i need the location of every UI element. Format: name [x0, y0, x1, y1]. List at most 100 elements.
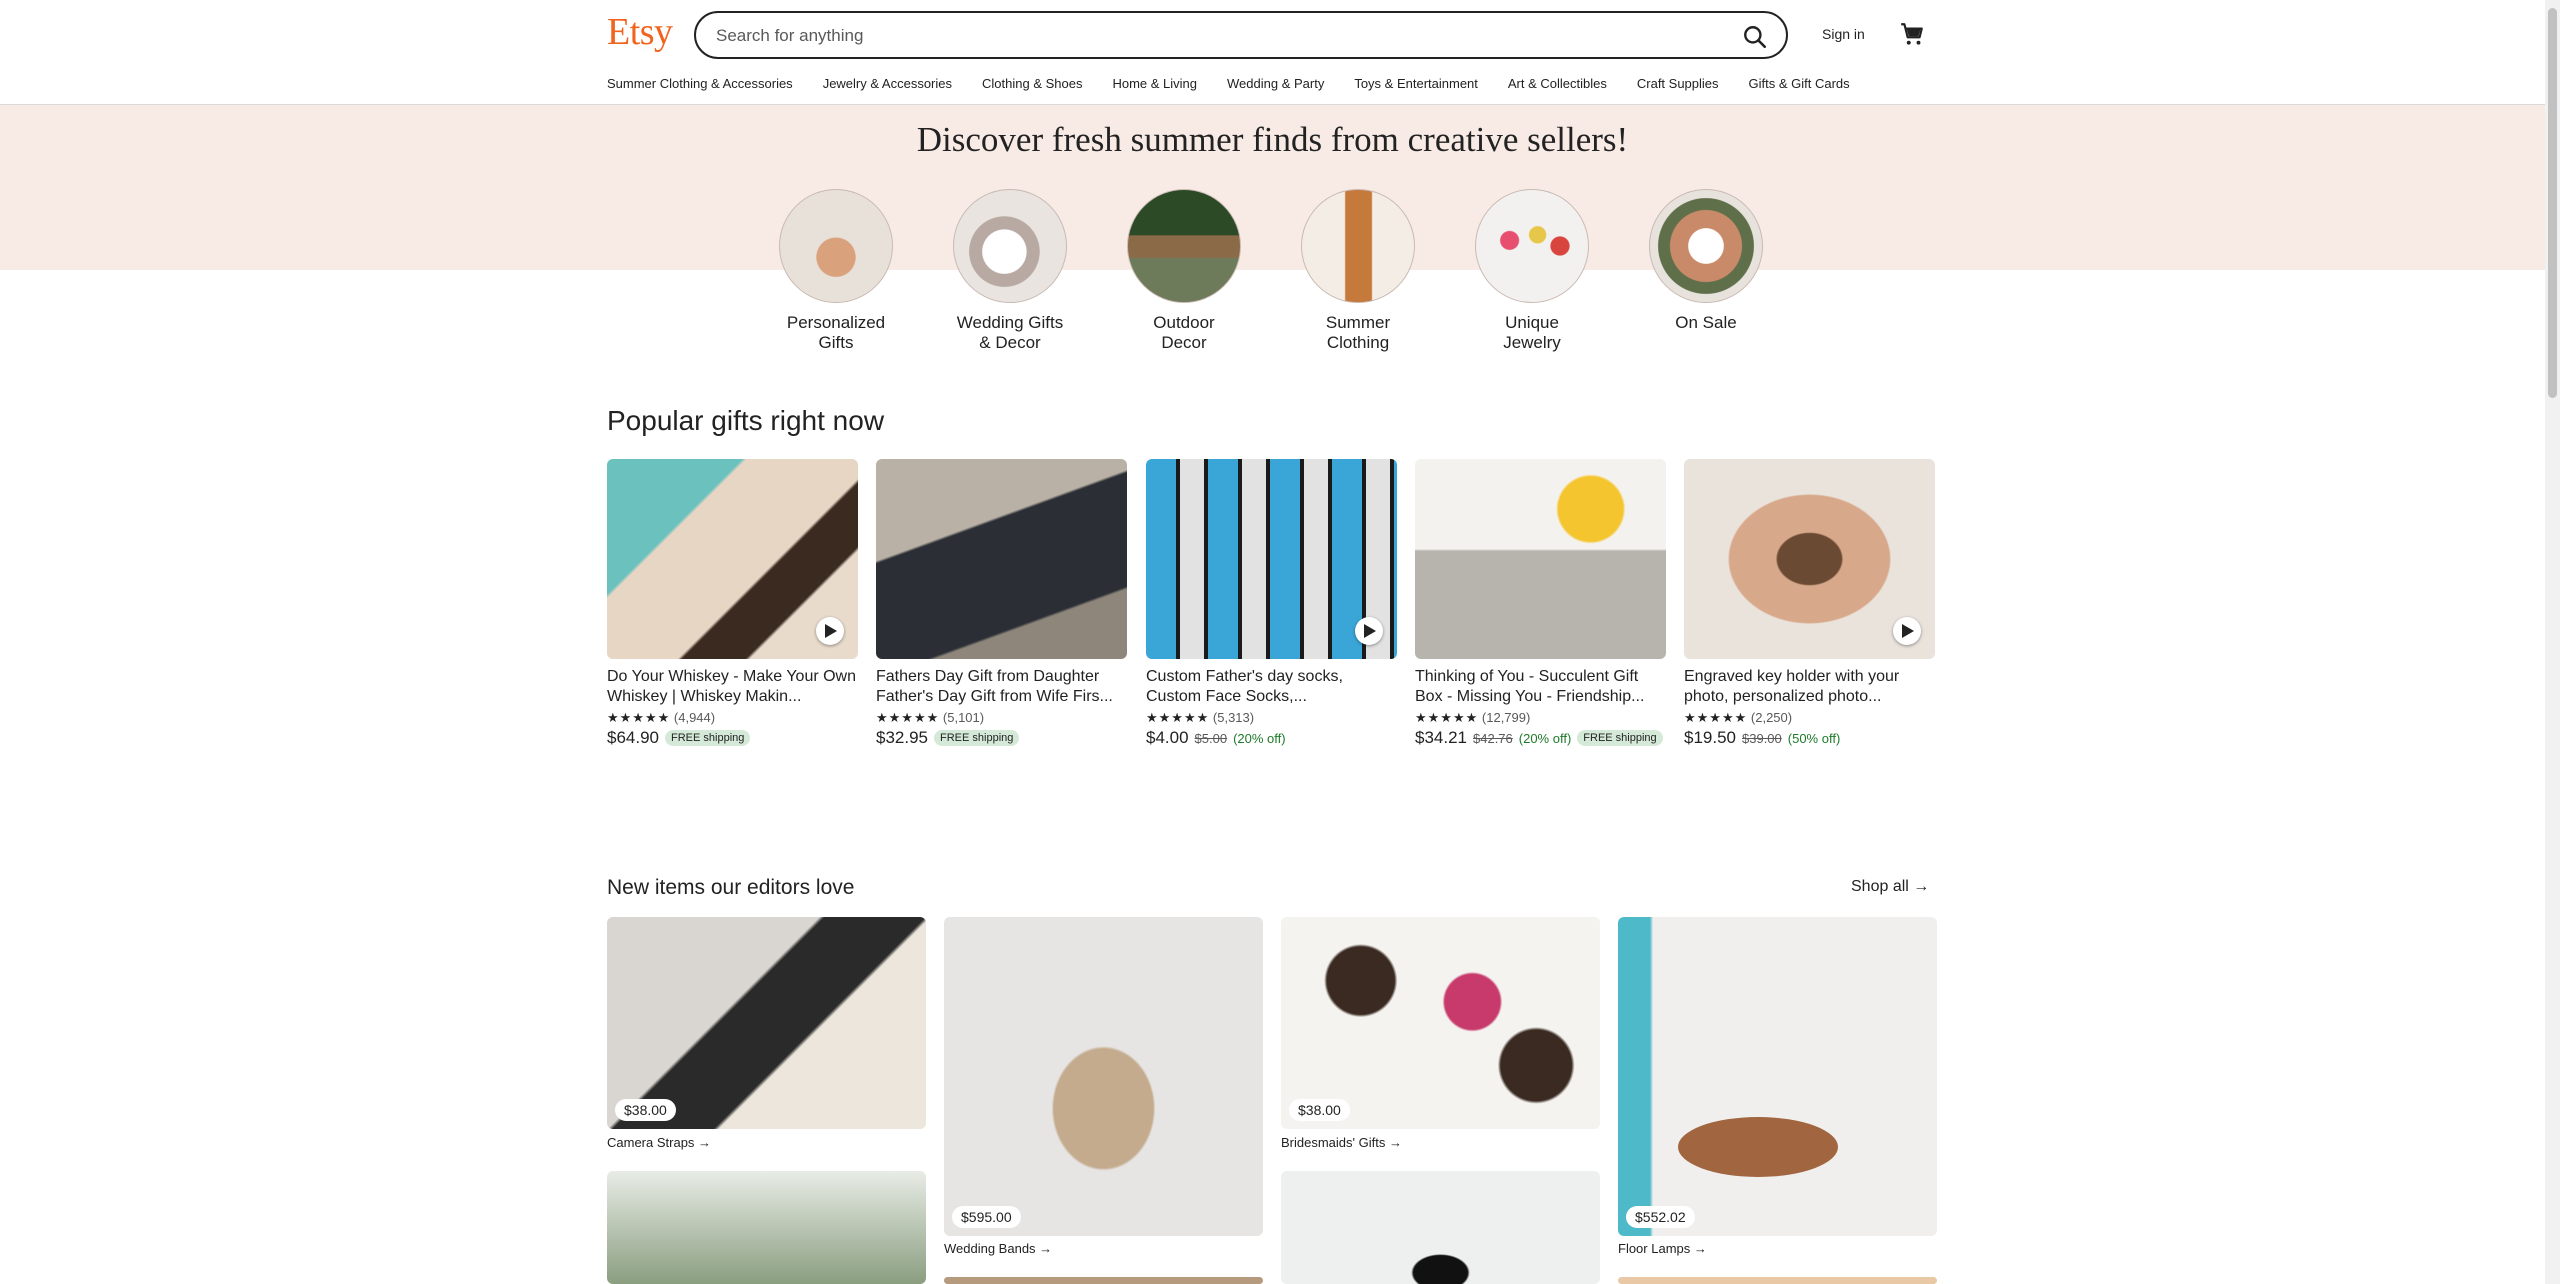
- category-label: Decor: [1161, 333, 1207, 352]
- category-image: [953, 189, 1067, 303]
- product-price: $64.90: [607, 728, 659, 747]
- editor-pick-caption[interactable]: Bridesmaids' Gifts →: [1281, 1135, 1402, 1150]
- search-icon[interactable]: [1742, 24, 1768, 50]
- arrow-right-icon: →: [1693, 1241, 1707, 1256]
- product-price: $34.21: [1415, 728, 1467, 747]
- editor-pick-image[interactable]: $552.02: [1618, 917, 1937, 1236]
- category-label: Personalized: [786, 313, 886, 332]
- shop-all-link[interactable]: Shop all →: [1851, 878, 1929, 896]
- free-shipping-badge: FREE shipping: [1577, 730, 1663, 746]
- editor-pick-caption[interactable]: Wedding Bands →: [944, 1241, 1052, 1256]
- category-image: [1475, 189, 1589, 303]
- star-rating: ★★★★★: [1146, 710, 1210, 725]
- original-price: $39.00: [1742, 730, 1782, 746]
- price-badge: $595.00: [952, 1206, 1021, 1228]
- product-card[interactable]: Custom Father's day socks, Custom Face S…: [1146, 459, 1397, 748]
- editor-pick-image[interactable]: [607, 1171, 926, 1284]
- star-rating: ★★★★★: [607, 710, 671, 725]
- product-price: $4.00: [1146, 728, 1189, 747]
- discount-label: (20% off): [1233, 730, 1286, 746]
- nav-item-clothing-shoes[interactable]: Clothing & Shoes: [982, 76, 1082, 96]
- product-image[interactable]: [876, 459, 1127, 659]
- review-count: (2,250): [1750, 710, 1793, 725]
- product-card[interactable]: Thinking of You - Succulent Gift Box - M…: [1415, 459, 1666, 748]
- category-personalized-gifts[interactable]: Personalized Gifts: [756, 189, 916, 353]
- nav-item-toys[interactable]: Toys & Entertainment: [1354, 76, 1478, 96]
- editor-pick-image[interactable]: $38.00: [1281, 917, 1600, 1129]
- nav-item-home-living[interactable]: Home & Living: [1112, 76, 1197, 96]
- editor-pick-image[interactable]: [1618, 1277, 1937, 1284]
- review-count: (4,944): [673, 710, 716, 725]
- free-shipping-badge: FREE shipping: [665, 730, 751, 746]
- editor-pick-image[interactable]: $595.00: [944, 917, 1263, 1236]
- nav-item-art[interactable]: Art & Collectibles: [1508, 76, 1607, 96]
- category-wedding-gifts[interactable]: Wedding Gifts & Decor: [930, 189, 1090, 353]
- play-video-icon[interactable]: [1355, 617, 1383, 645]
- discount-label: (50% off): [1787, 730, 1841, 746]
- etsy-logo[interactable]: Etsy: [607, 10, 673, 54]
- scrollbar-thumb[interactable]: [2548, 8, 2557, 398]
- product-card[interactable]: Do Your Whiskey - Make Your Own Whiskey …: [607, 459, 858, 748]
- star-rating: ★★★★★: [1415, 710, 1479, 725]
- category-label: Unique: [1505, 313, 1559, 332]
- editor-pick-image[interactable]: [1281, 1171, 1600, 1284]
- category-label: On Sale: [1675, 313, 1737, 332]
- caption-label: Floor Lamps: [1618, 1241, 1691, 1256]
- category-image: [1301, 189, 1415, 303]
- price-badge: $38.00: [1289, 1099, 1350, 1121]
- editor-pick-caption[interactable]: Floor Lamps →: [1618, 1241, 1707, 1256]
- product-title[interactable]: Engraved key holder with your photo, per…: [1684, 667, 1935, 707]
- editor-pick-image[interactable]: [944, 1277, 1263, 1284]
- product-image[interactable]: [1415, 459, 1666, 659]
- review-count: (12,799): [1481, 710, 1531, 725]
- category-image: [1649, 189, 1763, 303]
- play-video-icon[interactable]: [1893, 617, 1921, 645]
- nav-item-summer-clothing[interactable]: Summer Clothing & Accessories: [607, 76, 793, 96]
- category-label: Outdoor: [1153, 313, 1215, 332]
- product-image[interactable]: [1146, 459, 1397, 659]
- category-outdoor-decor[interactable]: Outdoor Decor: [1104, 189, 1264, 353]
- nav-item-jewelry[interactable]: Jewelry & Accessories: [823, 76, 952, 96]
- product-image[interactable]: [1684, 459, 1935, 659]
- product-card[interactable]: Engraved key holder with your photo, per…: [1684, 459, 1935, 748]
- search-input[interactable]: [714, 13, 1678, 59]
- price-badge: $552.02: [1626, 1206, 1695, 1228]
- product-price: $32.95: [876, 728, 928, 747]
- cart-icon[interactable]: [1899, 21, 1925, 47]
- category-nav: Summer Clothing & Accessories Jewelry & …: [607, 76, 1880, 96]
- product-title[interactable]: Fathers Day Gift from Daughter Father's …: [876, 667, 1127, 707]
- category-label: Jewelry: [1503, 333, 1561, 352]
- review-count: (5,101): [942, 710, 985, 725]
- category-on-sale[interactable]: On Sale: [1626, 189, 1786, 333]
- product-card[interactable]: Fathers Day Gift from Daughter Father's …: [876, 459, 1127, 748]
- search-bar[interactable]: [694, 11, 1788, 59]
- product-title[interactable]: Thinking of You - Succulent Gift Box - M…: [1415, 667, 1666, 707]
- sign-in-link[interactable]: Sign in: [1822, 26, 1865, 42]
- category-label: & Decor: [979, 333, 1041, 352]
- product-price: $19.50: [1684, 728, 1736, 747]
- play-video-icon[interactable]: [816, 617, 844, 645]
- shop-all-label: Shop all: [1851, 878, 1909, 895]
- discount-label: (20% off): [1518, 730, 1572, 746]
- product-title[interactable]: Custom Father's day socks, Custom Face S…: [1146, 667, 1397, 707]
- arrow-right-icon: →: [698, 1135, 712, 1150]
- product-title[interactable]: Do Your Whiskey - Make Your Own Whiskey …: [607, 667, 858, 707]
- caption-label: Bridesmaids' Gifts: [1281, 1135, 1386, 1150]
- free-shipping-badge: FREE shipping: [934, 730, 1020, 746]
- nav-item-gifts[interactable]: Gifts & Gift Cards: [1749, 76, 1850, 96]
- price-badge: $38.00: [615, 1099, 676, 1121]
- original-price: $5.00: [1194, 730, 1228, 746]
- editor-pick-image[interactable]: $38.00: [607, 917, 926, 1129]
- category-label: Wedding Gifts: [956, 313, 1064, 332]
- nav-item-wedding-party[interactable]: Wedding & Party: [1227, 76, 1324, 96]
- category-summer-clothing[interactable]: Summer Clothing: [1278, 189, 1438, 353]
- original-price: $42.76: [1473, 730, 1513, 746]
- category-label: Clothing: [1326, 333, 1390, 352]
- nav-item-craft[interactable]: Craft Supplies: [1637, 76, 1719, 96]
- editors-heading: New items our editors love: [607, 876, 855, 899]
- product-image[interactable]: [607, 459, 858, 659]
- review-count: (5,313): [1212, 710, 1255, 725]
- category-unique-jewelry[interactable]: Unique Jewelry: [1452, 189, 1612, 353]
- arrow-right-icon: →: [1039, 1241, 1053, 1256]
- editor-pick-caption[interactable]: Camera Straps →: [607, 1135, 711, 1150]
